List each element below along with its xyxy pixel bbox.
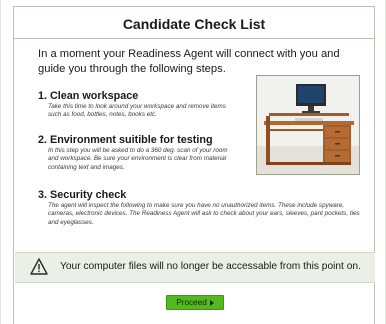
step-description: Take this time to look around your works… [48,103,226,119]
intro-text: In a moment your Readiness Agent will co… [38,48,340,75]
page-frame: Candidate Check List In a moment your Re… [0,0,386,324]
step-clean-workspace: 1. Clean workspace Take this time to loo… [38,90,243,120]
step-description: The agent will inspect the following to … [48,202,360,226]
step-title: 2. Environment suitible for testing [38,134,213,146]
warning-triangle-icon [30,258,48,275]
workspace-photo [256,75,360,175]
warning-banner: Your computer files will no longer be ac… [15,252,375,283]
step-security-check: 3. Security check The agent will inspect… [38,189,368,227]
proceed-label: Proceed [176,298,207,307]
warning-text: Your computer files will no longer be ac… [60,261,361,272]
play-arrow-icon [209,299,214,306]
checklist-dialog: Candidate Check List In a moment your Re… [13,6,375,324]
proceed-button[interactable]: Proceed [166,295,224,310]
step-title: 3. Security check [38,189,127,201]
dialog-title: Candidate Check List [122,16,266,32]
title-divider [14,38,374,39]
desk-illustration [257,76,359,174]
step-description: In this step you will be asked to do a 3… [48,147,228,171]
step-title: 1. Clean workspace [38,90,139,102]
step-environment: 2. Environment suitible for testing In t… [38,134,248,172]
